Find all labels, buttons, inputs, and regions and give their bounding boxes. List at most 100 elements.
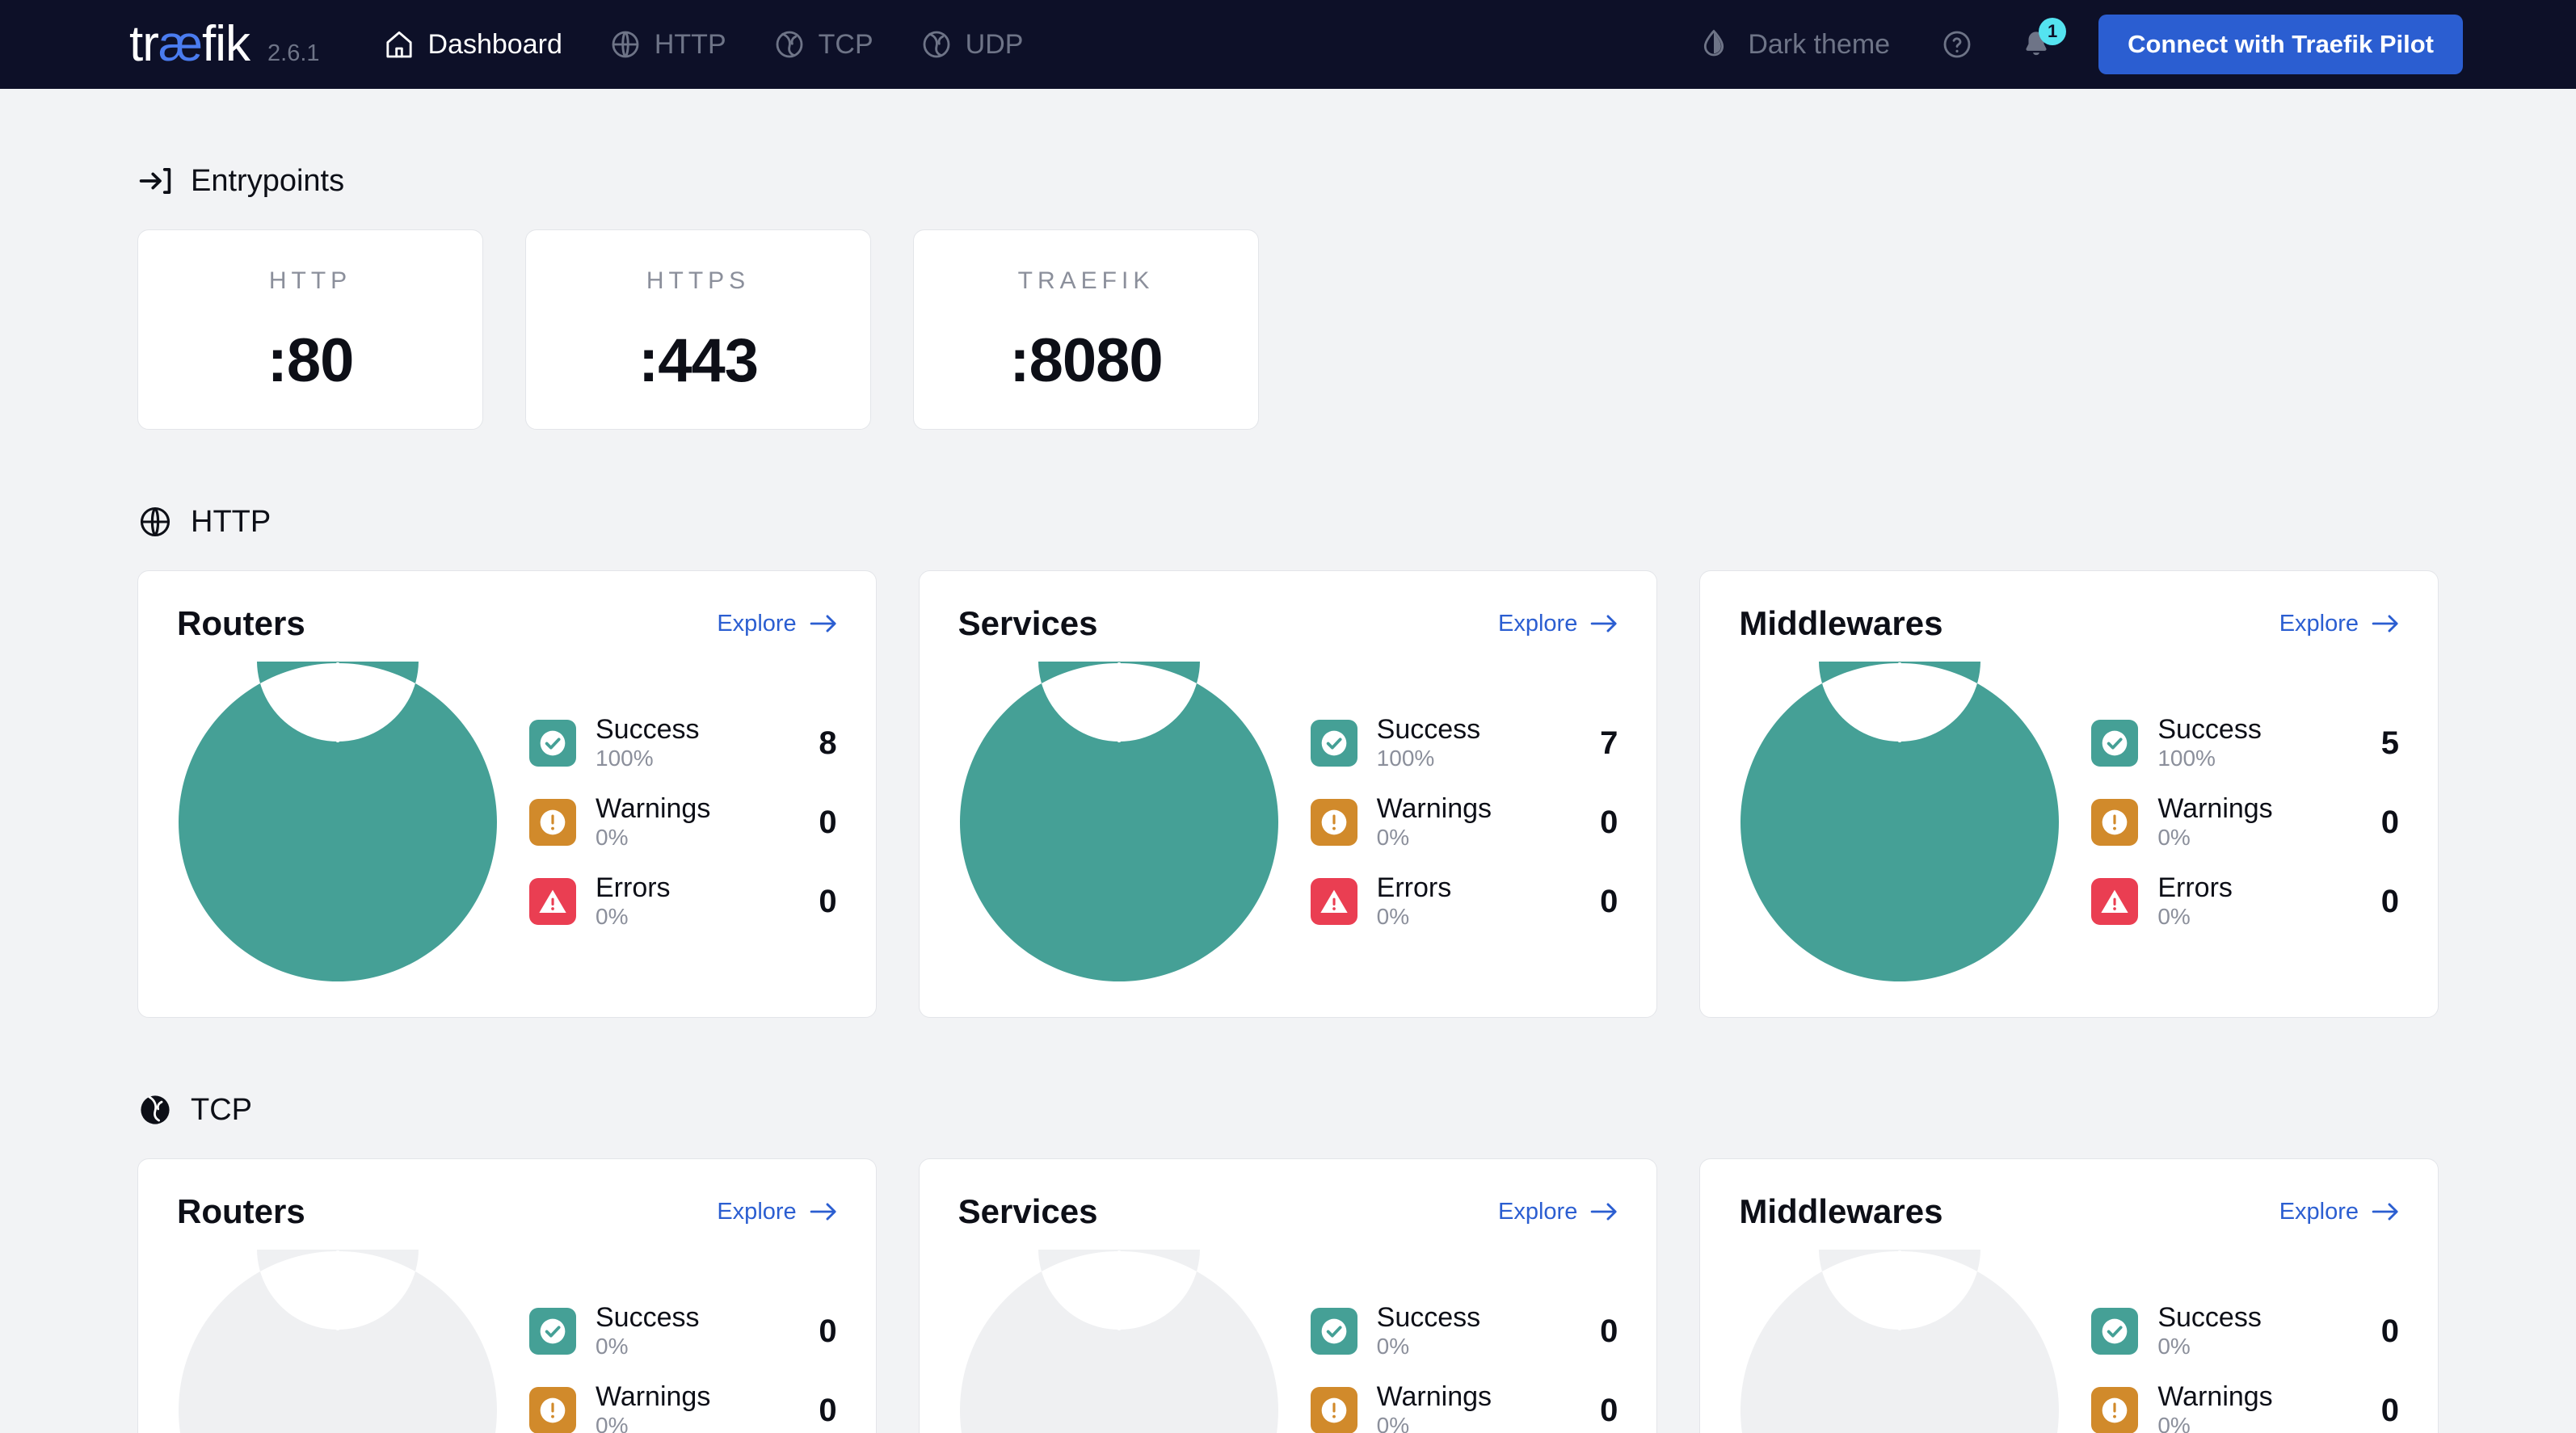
stat-card: Services Explore Success 100% 7 Warnings 0% 0 Er… [918,570,1658,1018]
stat-card-title: Middlewares [1739,604,1943,642]
section-header-entrypoints: Entrypoints [137,163,2439,199]
legend-percent: 0% [2157,1413,2191,1433]
entrypoint-name: HTTP [268,267,352,294]
donut-chart [959,662,1278,981]
ball-icon [137,1092,173,1128]
nav-item-dashboard[interactable]: Dashboard [383,28,562,61]
legend-value: 0 [819,804,837,840]
legend-text: Success 100% [576,714,792,772]
nav-item-tcp-label: TCP [818,29,873,60]
legend-percent: 100% [596,746,654,771]
legend-percent: 0% [596,1334,629,1359]
connect-traefik-pilot-button[interactable]: Connect with Traefik Pilot [2098,15,2463,74]
explore-link[interactable]: Explore [717,1200,836,1224]
legend-label: Errors [2157,872,2233,904]
legend-label: Warnings [596,1381,711,1413]
arrow-right-icon [810,615,836,632]
section-header-tcp: TCP [137,1092,2439,1128]
explore-link[interactable]: Explore [1498,611,1618,636]
legend-value: 7 [1600,725,1618,761]
legend-text: Success 100% [1357,714,1573,772]
legend-percent: 0% [1376,825,1410,851]
legend-text: Warnings 0% [576,1381,792,1433]
top-navbar: tr æ fik 2.6.1 Dashboard HTTP TCP UDP Da… [0,0,2576,89]
legend-row: Success 0% 0 [529,1292,837,1371]
legend-value: 8 [819,725,837,761]
legend-text: Errors 0% [576,872,792,931]
explore-link[interactable]: Explore [1498,1200,1618,1224]
stat-legend: Success0%0Warnings0%0Errors0%0 [1280,1292,1618,1433]
legend-row: Success 100% 7 [1310,704,1618,783]
legend-value: 5 [2380,725,2400,761]
dark-theme-toggle[interactable]: Dark theme [1698,28,1890,61]
exclamation-circle-icon [529,1387,576,1433]
legend-text: Errors 0% [1357,872,1573,931]
legend-value: 0 [2380,804,2400,840]
entrypoint-port: :443 [638,326,759,395]
notifications-badge: 1 [2039,18,2067,45]
legend-label: Warnings [2157,1381,2273,1413]
legend-percent: 0% [596,904,629,930]
legend-text: Errors 0% [2138,872,2354,931]
legend-text: Success 0% [2138,1302,2354,1360]
legend-percent: 0% [1376,1334,1410,1359]
stat-card-body: Success 100% 5 Warnings 0% 0 Errors 0% 0 [1739,662,2399,983]
legend-row: Errors 0% 0 [1310,862,1618,941]
stat-card-header: Middlewares Explore [1739,1195,2399,1229]
section-header-http: HTTP [137,504,2439,540]
stat-card: MiddlewaresExplore Success0% 0 Warnings0% 0 E… [1699,1158,2439,1433]
legend-value: 0 [2380,1392,2400,1428]
brand-logo[interactable]: tr æ fik 2.6.1 [129,19,320,69]
primary-nav: Dashboard HTTP TCP UDP [383,28,1023,61]
tcp-cards-row: RoutersExploreSuccess0%0Warnings0%0Error… [137,1158,2439,1433]
entrypoint-name: HTTPS [646,267,751,294]
legend-label: Success [1376,714,1481,746]
entrypoint-card[interactable]: HTTP :80 [137,229,483,430]
check-circle-icon [1310,720,1357,767]
nav-item-udp[interactable]: UDP [920,28,1023,61]
help-button[interactable] [1929,16,1985,73]
stat-card-title: Services [958,1192,1098,1230]
exclamation-circle-icon [2091,799,2139,846]
legend-value: 0 [819,1313,837,1349]
stat-card-header: Routers Explore [177,607,837,641]
legend-value: 0 [1600,883,1618,919]
nav-item-http-label: HTTP [654,29,726,60]
legend-percent: 0% [1376,904,1410,930]
explore-link[interactable]: Explore [2279,1200,2399,1224]
legend-value: 0 [2380,1313,2400,1349]
globe-icon [609,28,642,61]
nav-item-http[interactable]: HTTP [609,28,726,61]
stat-legend: Success 100% 5 Warnings 0% 0 Errors 0% 0 [2060,704,2399,941]
legend-value: 0 [1600,804,1618,840]
section-title-http: HTTP [191,505,271,539]
legend-percent: 0% [596,1413,629,1433]
entrypoint-card[interactable]: HTTPS :443 [525,229,871,430]
legend-value: 0 [1600,1313,1618,1349]
entrypoint-card[interactable]: TRAEFIK :8080 [913,229,1259,430]
explore-link-label: Explore [2279,610,2359,637]
navbar-actions: Dark theme 1 Connect with Traefik Pilot [1698,15,2463,74]
explore-link[interactable]: Explore [2279,610,2399,637]
legend-percent: 0% [1376,1413,1410,1433]
stat-card: RoutersExploreSuccess0%0Warnings0%0Error… [137,1158,877,1433]
legend-row: Success 0% 0 [1310,1292,1618,1371]
legend-percent: 0% [2157,904,2191,930]
legend-row: Warnings 0% 0 [2091,783,2399,862]
explore-link[interactable]: Explore [717,610,836,637]
stat-card: Routers Explore Success 100% 8 Warnings 0% 0 Err… [137,570,877,1018]
donut-chart [179,662,497,981]
check-circle-icon [529,1308,576,1355]
stat-card-body: Success0%0Warnings0%0Errors0%0 [958,1250,1618,1433]
donut-chart [179,1250,497,1433]
arrow-right-icon [810,1203,836,1221]
legend-percent: 0% [596,825,629,851]
donut-chart [1740,1250,2060,1433]
check-circle-icon [1310,1308,1357,1355]
explore-link-label: Explore [717,610,797,637]
legend-label: Warnings [2157,793,2273,825]
stat-card-header: Services Explore [958,1195,1618,1229]
legend-label: Success [596,1302,700,1334]
notifications-button[interactable]: 1 [2008,16,2067,73]
nav-item-tcp[interactable]: TCP [773,28,873,61]
